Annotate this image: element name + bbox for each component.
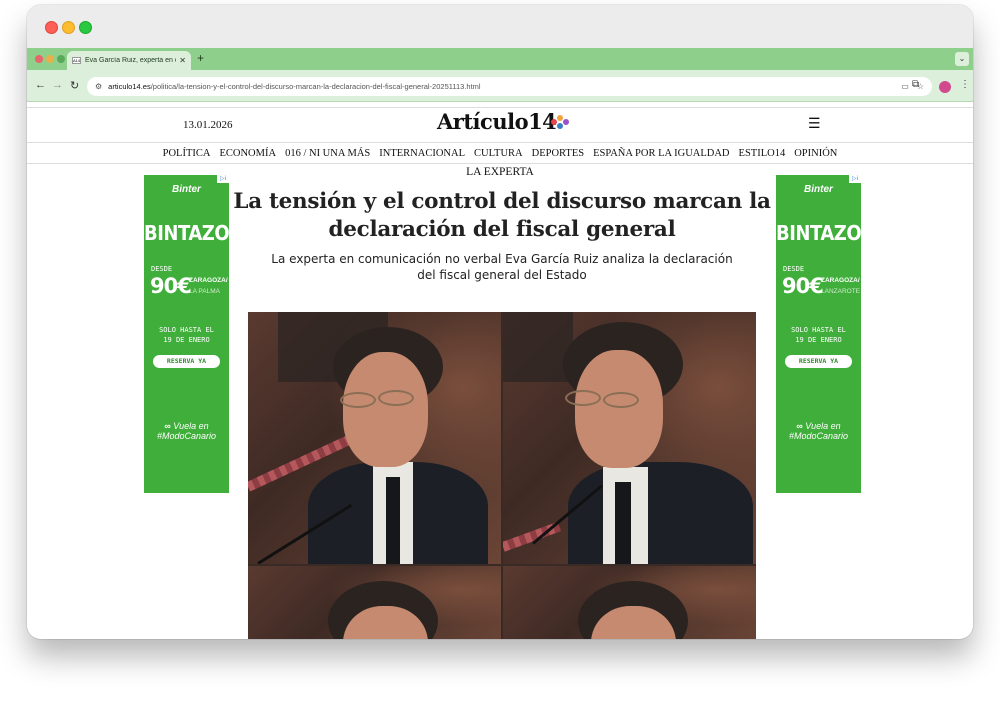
address-bar[interactable]: ⚙ articulo14.es/politica/la-tension-y-el… [87, 77, 932, 96]
tab-title: Eva García Ruiz, experta en c [85, 57, 177, 64]
article-video[interactable] [248, 312, 756, 639]
ad-cta-button[interactable]: RESERVA YA [785, 355, 852, 368]
back-arrow-icon[interactable]: ← [35, 79, 46, 91]
adchoices-icon[interactable]: ▷i [217, 175, 229, 183]
close-dot-icon[interactable] [35, 55, 43, 63]
minimize-dot-icon[interactable] [46, 55, 54, 63]
ad-cta-button[interactable]: RESERVA YA [153, 355, 220, 368]
header-date: 13.01.2026 [183, 119, 233, 131]
site-logo[interactable]: Artículo14 [437, 109, 557, 134]
ad-promo-title: BINTAZO [776, 221, 862, 246]
tab-strip: A14 Eva García Ruiz, experta en c ✕ + ⌄ [27, 48, 973, 70]
browser-window: A14 Eva García Ruiz, experta en c ✕ + ⌄ … [27, 5, 973, 639]
ad-brand-logo: Binter [172, 184, 201, 195]
hamburger-menu-icon[interactable]: ☰ [808, 115, 821, 132]
nav-item-opinion[interactable]: OPINIÓN [794, 143, 837, 163]
extensions-icon[interactable]: ⧉ [912, 79, 919, 90]
ad-price: 90€ [782, 274, 824, 298]
new-tab-button[interactable]: + [197, 51, 204, 65]
ad-desde-label: DESDE [151, 265, 173, 273]
ad-tagline: ∞ Vuela en #ModoCanario [156, 421, 217, 441]
tab-active[interactable]: A14 Eva García Ruiz, experta en c ✕ [67, 51, 191, 70]
nav-item-deportes[interactable]: DEPORTES [532, 143, 584, 163]
ad-promo-title: BINTAZO [144, 221, 230, 246]
ad-route-sub: LANZAROTE [821, 288, 861, 295]
binter-mark-icon: ∞ [164, 421, 171, 431]
article-headline: La tensión y el control del discurso mar… [233, 189, 771, 242]
nav-item-igualdad[interactable]: ESPAÑA POR LA IGUALDAD [593, 143, 729, 163]
ad-tagline: ∞ Vuela en #ModoCanario [788, 421, 849, 441]
nav-item-internacional[interactable]: INTERNACIONAL [379, 143, 465, 163]
ad-route-main: ZARAGOZA/ [821, 277, 860, 284]
ad-route-main: ZARAGOZA/ [189, 277, 228, 284]
zoom-dot-icon[interactable] [57, 55, 65, 63]
reload-icon[interactable]: ↻ [70, 79, 79, 92]
nav-item-economia[interactable]: ECONOMÍA [219, 143, 276, 163]
url-text: articulo14.es/politica/la-tension-y-el-c… [108, 82, 481, 91]
ad-route-sub: LA PALMA [189, 288, 220, 295]
more-menu-icon[interactable]: ⋮ [960, 79, 970, 90]
window-titlebar [27, 5, 973, 48]
maximize-window-button[interactable] [79, 21, 92, 34]
ad-desde-label: DESDE [783, 265, 805, 273]
adchoices-icon[interactable]: ▷i [849, 175, 861, 183]
ad-price: 90€ [150, 274, 192, 298]
logo-dots-icon [551, 115, 569, 133]
tab-close-icon[interactable]: ✕ [179, 56, 186, 65]
cast-icon[interactable]: ▭ [901, 82, 909, 91]
ad-banner-right[interactable]: ▷i Binter BINTAZO DESDE 90€ ZARAGOZA/ LA… [776, 175, 862, 493]
favicon-icon: A14 [72, 57, 81, 64]
browser-toolbar: ← → ↻ ⚙ articulo14.es/politica/la-tensio… [27, 70, 973, 102]
binter-mark-icon: ∞ [796, 421, 803, 431]
tab-search-chevron-icon[interactable]: ⌄ [955, 52, 969, 66]
video-frame [503, 312, 756, 564]
nav-item-politica[interactable]: POLÍTICA [163, 143, 211, 163]
close-window-button[interactable] [45, 21, 58, 34]
page-viewport: 13.01.2026 Artículo14 ☰ POLÍTICA ECONOMÍ… [27, 102, 973, 639]
nav-item-cultura[interactable]: CULTURA [474, 143, 523, 163]
article-subhead: La experta en comunicación no verbal Eva… [271, 252, 733, 282]
ad-until-text: SOLO HASTA EL 19 DE ENERO [791, 326, 846, 344]
main-nav: POLÍTICA ECONOMÍA 016 / NI UNA MÁS INTER… [27, 143, 973, 164]
site-header: 13.01.2026 Artículo14 ☰ [27, 107, 973, 143]
ad-brand-logo: Binter [804, 184, 833, 195]
minimize-window-button[interactable] [62, 21, 75, 34]
nav-item-016[interactable]: 016 / NI UNA MÁS [285, 143, 370, 163]
video-frame [248, 312, 501, 564]
nav-item-estilo14[interactable]: ESTILO14 [739, 143, 786, 163]
video-frame [503, 566, 756, 639]
site-info-icon[interactable]: ⚙ [95, 82, 102, 91]
video-frame [248, 566, 501, 639]
forward-arrow-icon[interactable]: → [52, 79, 63, 91]
ad-banner-left[interactable]: ▷i Binter BINTAZO DESDE 90€ ZARAGOZA/ LA… [144, 175, 230, 493]
profile-avatar[interactable] [939, 81, 951, 93]
ad-until-text: SOLO HASTA EL 19 DE ENERO [159, 326, 214, 344]
